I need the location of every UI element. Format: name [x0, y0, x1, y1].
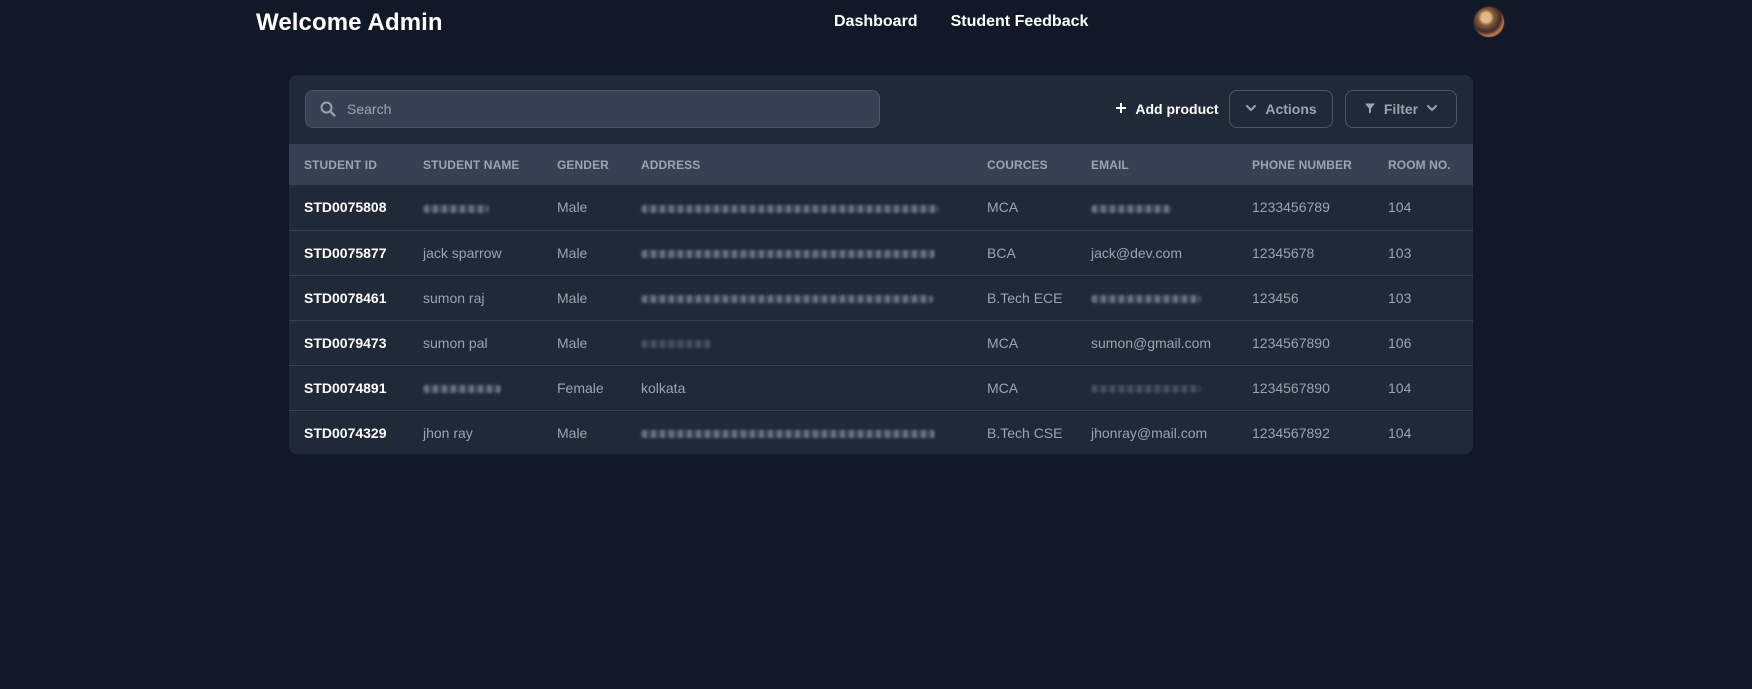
actions-label: Actions [1265, 101, 1317, 117]
students-panel: Add product Actions Filter [289, 75, 1473, 454]
col-email: EMAIL [1091, 157, 1129, 172]
cell-course: MCA [987, 199, 1019, 216]
table-row[interactable]: STD0074329 jhon ray Male B.Tech CSE jhon… [289, 410, 1473, 454]
main-nav: Dashboard Student Feedback [834, 13, 1088, 31]
cell-phone: 123456 [1252, 289, 1299, 306]
col-student-id: STUDENT ID [304, 157, 377, 172]
nav-student-feedback-link[interactable]: Student Feedback [951, 13, 1089, 31]
redacted-text [641, 339, 711, 348]
table-row[interactable]: STD0075808 Male MCA 1233456789 104 [289, 185, 1473, 230]
search-input[interactable] [347, 101, 879, 117]
filter-label: Filter [1383, 101, 1419, 117]
cell-email [1076, 275, 1237, 320]
redacted-text [1091, 204, 1171, 213]
cell-student-name: sumon pal [423, 334, 488, 351]
cell-address: kolkata [641, 379, 686, 396]
col-courses: COURCES [987, 157, 1048, 172]
cell-phone: 1234567892 [1252, 424, 1330, 441]
redacted-text [1091, 294, 1201, 303]
cell-email [1076, 365, 1237, 410]
cell-student-name: sumon raj [423, 289, 485, 306]
cell-address [626, 230, 972, 275]
col-room: ROOM NO. [1388, 157, 1451, 172]
cell-room: 104 [1388, 379, 1412, 396]
top-navbar: Welcome Admin Dashboard Student Feedback [0, 0, 1752, 48]
cell-phone: 1234567890 [1252, 334, 1330, 351]
students-table: STUDENT ID STUDENT NAME GENDER ADDRESS C… [289, 144, 1473, 454]
cell-room: 103 [1388, 289, 1412, 306]
cell-student-name: jhon ray [423, 424, 473, 441]
cell-phone: 1233456789 [1252, 199, 1330, 216]
actions-dropdown-button[interactable]: Actions [1229, 90, 1333, 128]
cell-email: jack@dev.com [1091, 244, 1182, 261]
user-avatar[interactable] [1474, 7, 1504, 37]
cell-course: B.Tech ECE [987, 289, 1063, 306]
cell-room: 104 [1388, 199, 1412, 216]
cell-gender: Male [557, 199, 588, 216]
cell-student-id: STD0074329 [304, 424, 387, 441]
cell-student-id: STD0074891 [304, 379, 387, 396]
cell-student-id: STD0075877 [304, 244, 387, 261]
cell-email: jhonray@mail.com [1091, 424, 1208, 441]
table-row[interactable]: STD0075877 jack sparrow Male BCA jack@de… [289, 230, 1473, 275]
filter-dropdown-button[interactable]: Filter [1345, 90, 1457, 128]
cell-phone: 1234567890 [1252, 379, 1330, 396]
cell-student-id: STD0078461 [304, 289, 387, 306]
cell-student-name: jack sparrow [423, 244, 502, 261]
nav-dashboard-link[interactable]: Dashboard [834, 13, 918, 31]
table-toolbar: Add product Actions Filter [289, 75, 1473, 144]
col-student-name: STUDENT NAME [423, 157, 520, 172]
cell-address [626, 185, 972, 230]
cell-phone: 12345678 [1252, 244, 1315, 261]
funnel-icon [1364, 101, 1376, 117]
plus-icon [1115, 101, 1127, 117]
cell-room: 103 [1388, 244, 1412, 261]
cell-gender: Male [557, 289, 588, 306]
redacted-text [1091, 384, 1201, 393]
cell-email [1076, 185, 1237, 230]
cell-address [626, 320, 972, 365]
redacted-text [641, 204, 939, 213]
cell-student-id: STD0079473 [304, 334, 387, 351]
cell-course: MCA [987, 379, 1019, 396]
add-product-label: Add product [1135, 101, 1219, 117]
cell-gender: Male [557, 334, 588, 351]
redacted-text [423, 204, 489, 213]
redacted-text [423, 384, 501, 393]
cell-student-name [408, 365, 542, 410]
table-row[interactable]: STD0079473 sumon pal Male MCA sumon@gmai… [289, 320, 1473, 365]
redacted-text [641, 294, 933, 303]
cell-student-id: STD0075808 [304, 199, 387, 216]
cell-gender: Male [557, 244, 588, 261]
cell-gender: Female [557, 379, 604, 396]
cell-course: B.Tech CSE [987, 424, 1063, 441]
table-body: STD0075808 Male MCA 1233456789 104 STD00… [289, 185, 1473, 454]
cell-gender: Male [557, 424, 588, 441]
chevron-down-icon [1426, 101, 1438, 117]
redacted-text [641, 249, 935, 258]
cell-email: sumon@gmail.com [1091, 334, 1212, 351]
cell-address [626, 410, 972, 454]
chevron-down-icon [1245, 101, 1257, 117]
cell-course: BCA [987, 244, 1016, 261]
search-box [305, 90, 880, 128]
col-phone: PHONE NUMBER [1252, 157, 1352, 172]
redacted-text [641, 429, 935, 438]
cell-room: 104 [1388, 424, 1412, 441]
col-address: ADDRESS [641, 157, 701, 172]
cell-room: 106 [1388, 334, 1412, 351]
cell-student-name [408, 185, 542, 230]
table-header: STUDENT ID STUDENT NAME GENDER ADDRESS C… [289, 144, 1473, 185]
search-icon [319, 100, 337, 118]
cell-address [626, 275, 972, 320]
cell-course: MCA [987, 334, 1019, 351]
col-gender: GENDER [557, 157, 609, 172]
page-title: Welcome Admin [256, 9, 443, 36]
add-product-button[interactable]: Add product [1097, 90, 1237, 128]
table-row[interactable]: STD0074891 Female kolkata MCA 1234567890… [289, 365, 1473, 410]
table-row[interactable]: STD0078461 sumon raj Male B.Tech ECE 123… [289, 275, 1473, 320]
